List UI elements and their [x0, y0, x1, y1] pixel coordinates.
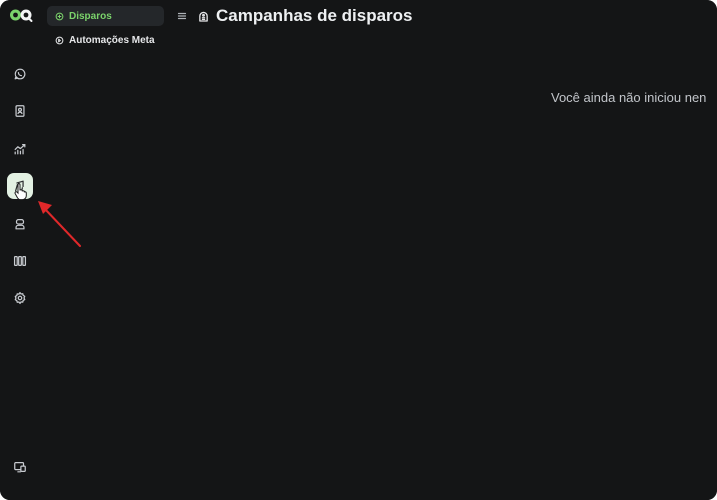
- gear-icon: [14, 291, 26, 305]
- hand-cursor-icon: [14, 182, 27, 200]
- chat-icon: [14, 68, 26, 80]
- app-window: Disparos Automações Meta Campanhas de di…: [0, 0, 717, 500]
- rail-item-screen[interactable]: [7, 454, 33, 480]
- main-content: Campanhas de disparos Você ainda não ini…: [170, 0, 717, 500]
- submenu-item-automacoes-meta[interactable]: Automações Meta: [47, 30, 164, 50]
- page-title: Campanhas de disparos: [216, 6, 413, 25]
- broadcast-icon: [199, 11, 208, 22]
- empty-state-message: Você ainda não iniciou nen: [551, 90, 707, 105]
- automation-icon: [55, 36, 64, 44]
- rail-item-contacts[interactable]: [7, 98, 33, 124]
- page-header: Campanhas de disparos: [177, 5, 413, 27]
- rail-item-chat[interactable]: [7, 61, 33, 87]
- submenu-item-disparos[interactable]: Disparos: [47, 6, 164, 26]
- contact-book-icon: [15, 105, 25, 117]
- submenu-item-label: Disparos: [69, 10, 112, 22]
- submenu-item-label: Automações Meta: [69, 34, 155, 46]
- double-circle-logo-icon[interactable]: [9, 7, 33, 23]
- hamburger-icon[interactable]: [177, 11, 187, 21]
- rail-item-settings[interactable]: [7, 285, 33, 311]
- broadcast-icon: [55, 12, 64, 20]
- annotation-arrow-icon: [38, 201, 81, 247]
- bot-icon: [15, 219, 25, 230]
- rail-item-reports[interactable]: [7, 136, 33, 162]
- screen-share-icon: [14, 462, 26, 473]
- kanban-columns-icon: [13, 256, 27, 266]
- trend-chart-icon: [14, 144, 26, 155]
